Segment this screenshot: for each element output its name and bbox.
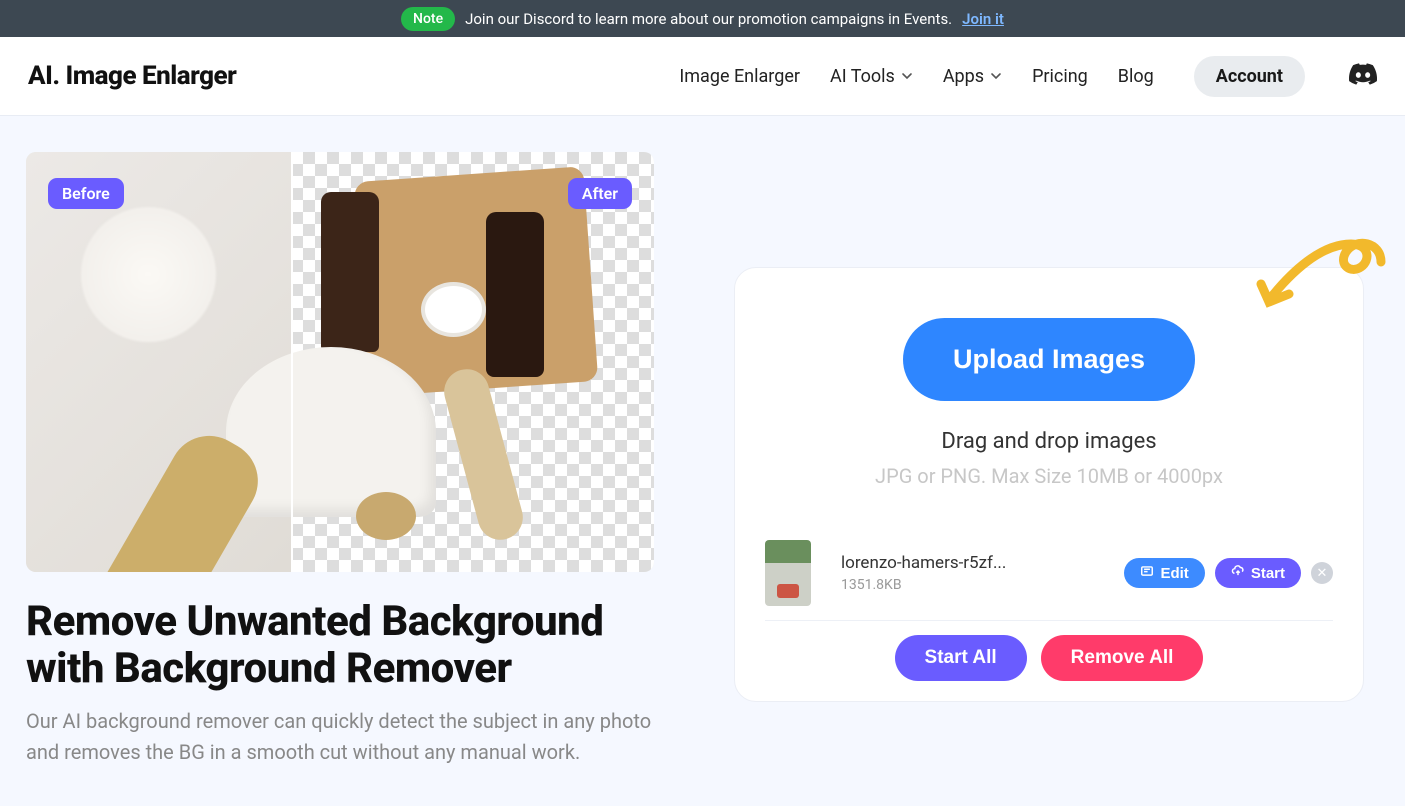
nav-image-enlarger[interactable]: Image Enlarger xyxy=(679,66,800,87)
start-label: Start xyxy=(1251,565,1285,582)
start-all-button[interactable]: Start All xyxy=(895,635,1027,681)
upload-images-button[interactable]: Upload Images xyxy=(903,318,1195,401)
file-row: lorenzo-hamers-r5zf... 1351.8KB Edit Sta… xyxy=(765,540,1333,621)
join-link[interactable]: Join it xyxy=(962,10,1004,28)
nav-links: Image Enlarger AI Tools Apps Pricing Blo… xyxy=(679,56,1377,97)
chevron-down-icon xyxy=(901,70,913,82)
banner-text: Join our Discord to learn more about our… xyxy=(465,10,952,28)
remove-all-button[interactable]: Remove All xyxy=(1041,635,1204,681)
nav-apps-label: Apps xyxy=(943,66,984,87)
nav-ai-tools-label: AI Tools xyxy=(830,66,895,87)
edit-label: Edit xyxy=(1160,565,1188,582)
file-thumbnail xyxy=(765,540,811,606)
decorative-shape xyxy=(486,212,544,377)
preview-divider[interactable] xyxy=(291,152,293,572)
decorative-shape xyxy=(321,192,379,352)
remove-file-button[interactable]: ✕ xyxy=(1311,562,1333,584)
edit-icon xyxy=(1140,564,1154,582)
note-badge: Note xyxy=(401,7,455,31)
account-button[interactable]: Account xyxy=(1194,56,1305,97)
chevron-down-icon xyxy=(990,70,1002,82)
right-column: Upload Images Drag and drop images JPG o… xyxy=(734,267,1364,702)
promo-banner: Note Join our Discord to learn more abou… xyxy=(0,0,1405,37)
upload-panel: Upload Images Drag and drop images JPG o… xyxy=(734,267,1364,702)
file-name: lorenzo-hamers-r5zf... xyxy=(841,553,1124,573)
decorative-shape xyxy=(421,282,486,337)
nav-blog[interactable]: Blog xyxy=(1118,66,1154,87)
upload-hint: JPG or PNG. Max Size 10MB or 4000px xyxy=(765,464,1333,488)
before-badge: Before xyxy=(48,178,124,209)
after-badge: After xyxy=(568,178,632,209)
page-subtext: Our AI background remover can quickly de… xyxy=(26,706,654,768)
decorative-shape xyxy=(226,347,436,517)
nav-pricing[interactable]: Pricing xyxy=(1032,66,1088,87)
file-info: lorenzo-hamers-r5zf... 1351.8KB xyxy=(841,553,1124,593)
left-column: Before After Remove Unwanted Background … xyxy=(26,152,654,768)
drag-drop-text: Drag and drop images xyxy=(765,429,1333,454)
cloud-icon xyxy=(1231,564,1245,582)
before-after-preview: Before After xyxy=(26,152,654,572)
nav-ai-tools[interactable]: AI Tools xyxy=(830,66,913,87)
nav-apps[interactable]: Apps xyxy=(943,66,1002,87)
file-size: 1351.8KB xyxy=(841,577,1124,593)
logo[interactable]: AI. Image Enlarger xyxy=(28,61,236,91)
decorative-shape xyxy=(356,492,416,540)
top-nav: AI. Image Enlarger Image Enlarger AI Too… xyxy=(0,37,1405,116)
edit-button[interactable]: Edit xyxy=(1124,558,1204,588)
discord-icon[interactable] xyxy=(1349,63,1377,89)
decorative-shape xyxy=(81,207,216,342)
close-icon: ✕ xyxy=(1317,566,1328,581)
start-button[interactable]: Start xyxy=(1215,558,1301,588)
bulk-actions: Start All Remove All xyxy=(765,635,1333,681)
arrow-decoration-icon xyxy=(1251,232,1391,336)
main: Before After Remove Unwanted Background … xyxy=(0,116,1405,778)
page-heading: Remove Unwanted Background with Backgrou… xyxy=(26,598,654,692)
